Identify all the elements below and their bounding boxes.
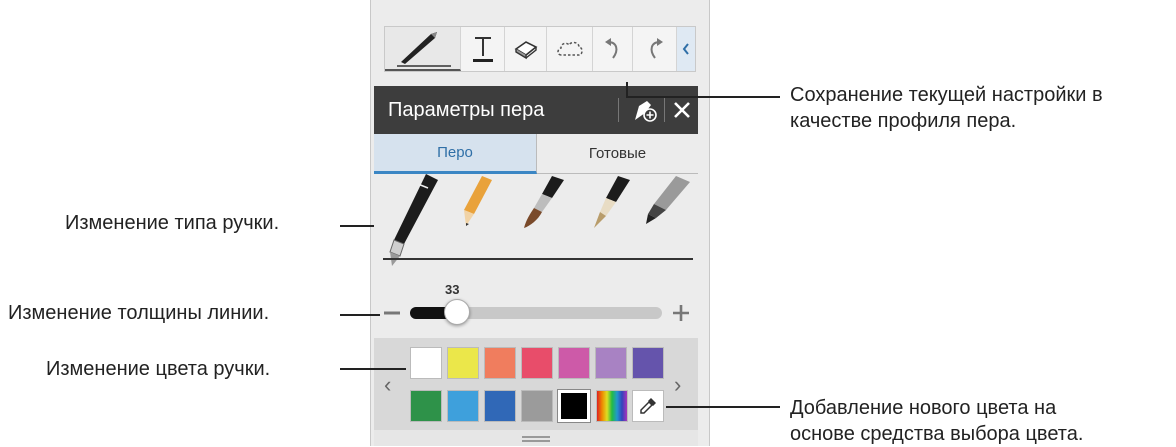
header-divider <box>664 98 665 122</box>
redo-icon <box>650 38 663 59</box>
tab-presets[interactable]: Готовые <box>537 134 698 174</box>
callout-leader-line <box>340 368 406 370</box>
drag-handle[interactable] <box>522 436 550 442</box>
thickness-slider-thumb[interactable] <box>444 299 470 325</box>
color-swatch[interactable] <box>558 347 590 379</box>
pen-preview-line <box>383 258 693 260</box>
plus-icon <box>673 305 689 321</box>
drawing-toolbar <box>384 26 696 72</box>
callout-add-color-line1: Добавление нового цвета на <box>790 397 1057 419</box>
callout-leader-line <box>340 314 380 316</box>
pen-type-pencil[interactable] <box>464 176 492 226</box>
text-tool-button[interactable] <box>461 27 505 71</box>
chevron-left-icon <box>682 43 689 55</box>
increase-thickness-button[interactable] <box>670 302 692 324</box>
color-picker-button[interactable] <box>632 390 664 422</box>
callout-pen-type: Изменение типа ручки. <box>65 212 280 234</box>
color-gradient-swatch[interactable] <box>596 390 628 422</box>
callout-add-color-line2: основе средства выбора цвета. <box>790 423 1084 445</box>
text-icon <box>472 37 493 62</box>
lasso-icon <box>556 41 583 56</box>
callout-leader-line <box>340 225 374 227</box>
palette-prev-button[interactable]: ‹ <box>384 372 391 398</box>
thickness-value: 33 <box>445 282 460 297</box>
color-swatch[interactable] <box>447 347 479 379</box>
callout-save-profile-line1: Сохранение текущей настройки в <box>790 84 1103 106</box>
color-swatch[interactable] <box>447 390 479 422</box>
callout-pen-color: Изменение цвета ручки. <box>46 358 271 380</box>
color-swatch[interactable] <box>557 389 591 423</box>
eraser-icon <box>514 41 537 60</box>
collapse-toolbar-button[interactable] <box>677 27 695 71</box>
tab-pen[interactable]: Перо <box>374 134 537 174</box>
header-divider <box>618 98 619 122</box>
color-swatch[interactable] <box>410 347 442 379</box>
save-pen-profile-icon <box>635 101 657 122</box>
eyedropper-icon <box>640 398 656 414</box>
callout-leader-line <box>666 406 780 408</box>
pen-icon <box>396 32 451 67</box>
minus-icon <box>384 311 400 315</box>
color-swatch[interactable] <box>484 390 516 422</box>
color-swatch[interactable] <box>595 347 627 379</box>
color-swatch[interactable] <box>521 390 553 422</box>
pen-settings-tabs: Перо Готовые <box>374 134 698 174</box>
callout-leader-line <box>626 82 628 98</box>
decrease-thickness-button[interactable] <box>382 303 402 323</box>
callout-line-thickness: Изменение толщины линии. <box>8 302 270 324</box>
pen-type-calligraphy[interactable] <box>594 176 630 228</box>
pen-type-marker[interactable] <box>646 176 690 224</box>
thickness-slider-area <box>374 272 698 338</box>
lasso-tool-button[interactable] <box>547 27 593 71</box>
pen-tool-button[interactable] <box>385 27 461 71</box>
callout-leader-line <box>626 96 780 98</box>
pen-settings-header: Параметры пера <box>374 86 698 134</box>
redo-button[interactable] <box>633 27 677 71</box>
color-swatch[interactable] <box>410 390 442 422</box>
callout-save-profile-line2: качестве профиля пера. <box>790 110 1017 132</box>
close-button[interactable] <box>666 94 698 126</box>
eraser-tool-button[interactable] <box>505 27 547 71</box>
palette-next-button[interactable]: › <box>674 372 681 398</box>
undo-button[interactable] <box>593 27 633 71</box>
undo-icon <box>604 38 617 59</box>
pen-type-ballpoint[interactable] <box>389 174 438 266</box>
panel-title: Параметры пера <box>388 99 545 121</box>
color-swatch[interactable] <box>521 347 553 379</box>
color-swatch[interactable] <box>484 347 516 379</box>
pen-type-brush[interactable] <box>524 176 564 228</box>
close-icon <box>674 102 690 118</box>
color-swatch[interactable] <box>632 347 664 379</box>
save-pen-profile-button[interactable] <box>628 94 662 126</box>
